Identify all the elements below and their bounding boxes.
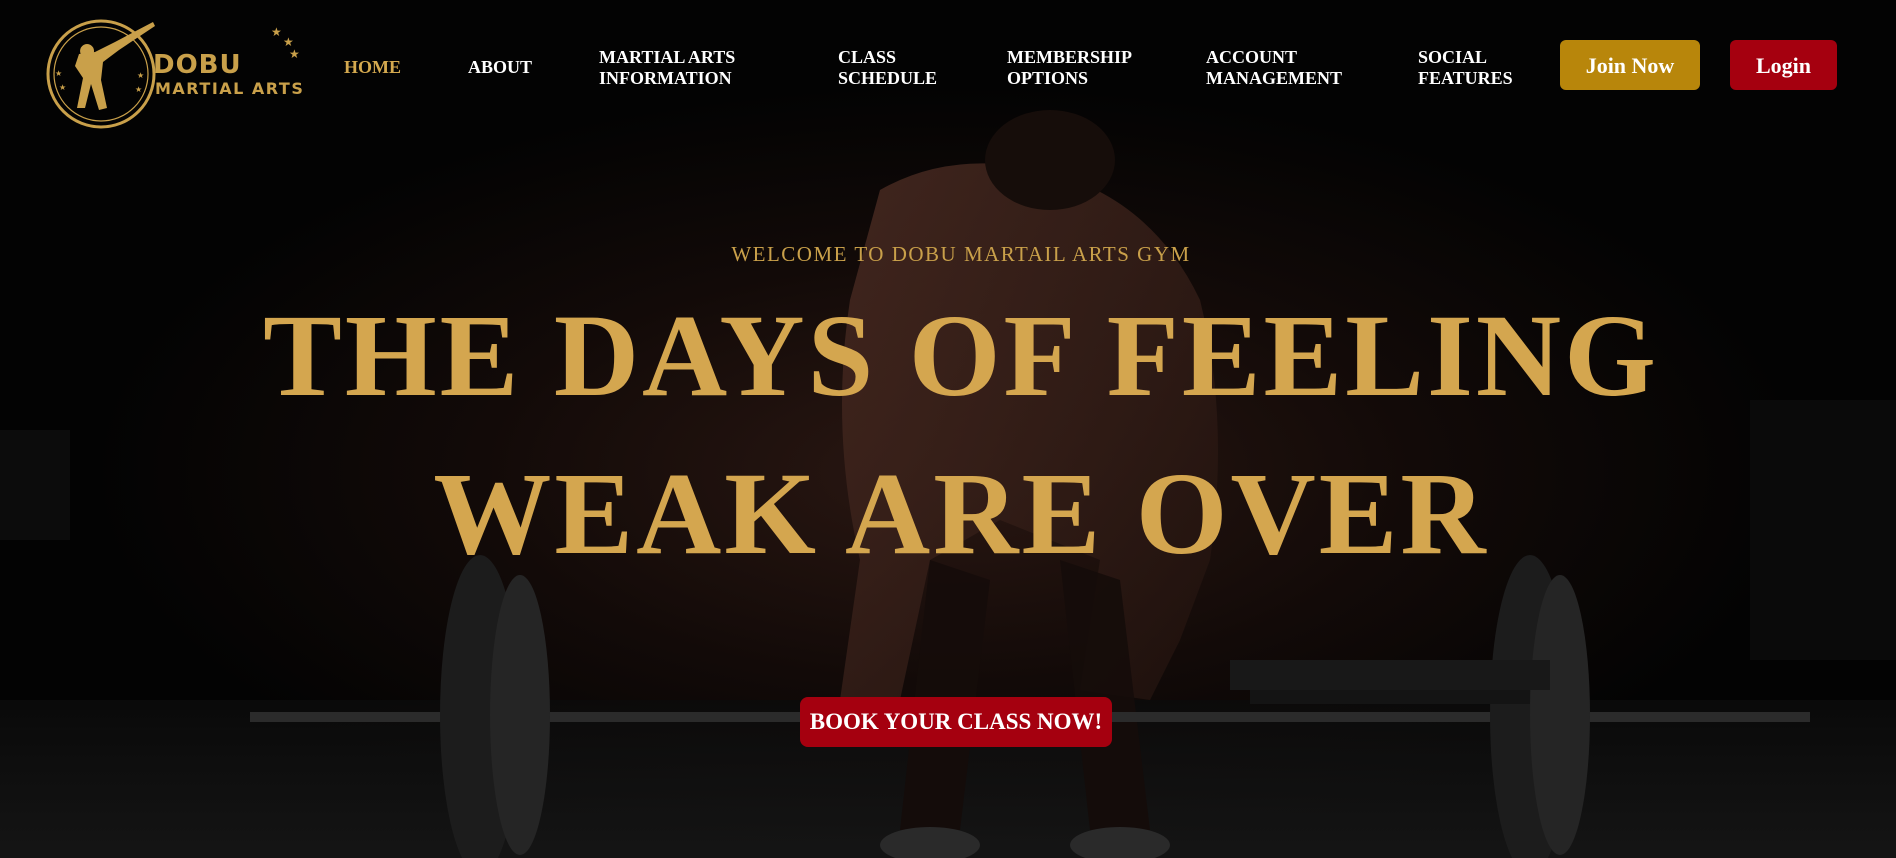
nav-membership-options[interactable]: MEMBERSHIP OPTIONS	[1007, 47, 1132, 89]
hero-headline-line2: WEAK ARE OVER	[433, 448, 1489, 579]
book-class-button[interactable]: BOOK YOUR CLASS NOW!	[800, 697, 1112, 747]
nav-account-management-line1: ACCOUNT	[1206, 47, 1298, 67]
hero-headline-line1: THE DAYS OF FEELING	[263, 290, 1659, 421]
homepage: ★ ★ ★ ★ ★ ★ ★ DOBU MARTIAL ARTS HOME ABO…	[0, 0, 1896, 858]
nav-account-management-line2: MANAGEMENT	[1206, 68, 1342, 88]
svg-text:★: ★	[59, 83, 66, 92]
nav-home-label: HOME	[344, 57, 401, 77]
nav-social-features-line1: SOCIAL	[1418, 47, 1488, 67]
brand-name: DOBU	[153, 50, 242, 80]
nav-martial-arts-information-line1: MARTIAL ARTS	[599, 47, 736, 67]
stars-icon: ★ ★ ★	[271, 25, 300, 61]
join-now-button[interactable]: Join Now	[1560, 40, 1700, 90]
nav-account-management[interactable]: ACCOUNT MANAGEMENT	[1206, 47, 1342, 89]
nav-about-label: ABOUT	[468, 57, 533, 77]
nav-class-schedule-line1: CLASS	[838, 47, 897, 67]
brand-tagline: MARTIAL ARTS	[155, 79, 305, 98]
nav-class-schedule-line2: SCHEDULE	[838, 68, 938, 88]
site-logo[interactable]: ★ ★ ★ ★ ★ ★ ★ DOBU MARTIAL ARTS	[45, 18, 310, 130]
nav-membership-options-line1: MEMBERSHIP	[1007, 47, 1133, 67]
nav-martial-arts-information[interactable]: MARTIAL ARTS INFORMATION	[599, 47, 735, 89]
nav-martial-arts-information-line2: INFORMATION	[599, 68, 732, 88]
martial-artist-kick-icon: ★ ★ ★ ★	[46, 19, 156, 129]
nav-about[interactable]: ABOUT	[468, 57, 532, 78]
nav-membership-options-line2: OPTIONS	[1007, 68, 1089, 88]
nav-social-features-line2: FEATURES	[1418, 68, 1513, 88]
svg-text:★: ★	[137, 71, 144, 80]
svg-text:★: ★	[55, 69, 62, 78]
nav-social-features[interactable]: SOCIAL FEATURES	[1418, 47, 1513, 89]
nav-home[interactable]: HOME	[344, 57, 401, 78]
svg-text:★: ★	[289, 47, 300, 61]
nav-class-schedule[interactable]: CLASS SCHEDULE	[838, 47, 937, 89]
site-header: ★ ★ ★ ★ ★ ★ ★ DOBU MARTIAL ARTS HOME ABO…	[0, 0, 1896, 135]
hero-welcome-text: WELCOME TO DOBU MARTAIL ARTS GYM	[731, 242, 1191, 266]
svg-text:★: ★	[271, 25, 282, 39]
login-button[interactable]: Login	[1730, 40, 1837, 90]
svg-text:★: ★	[135, 85, 142, 94]
